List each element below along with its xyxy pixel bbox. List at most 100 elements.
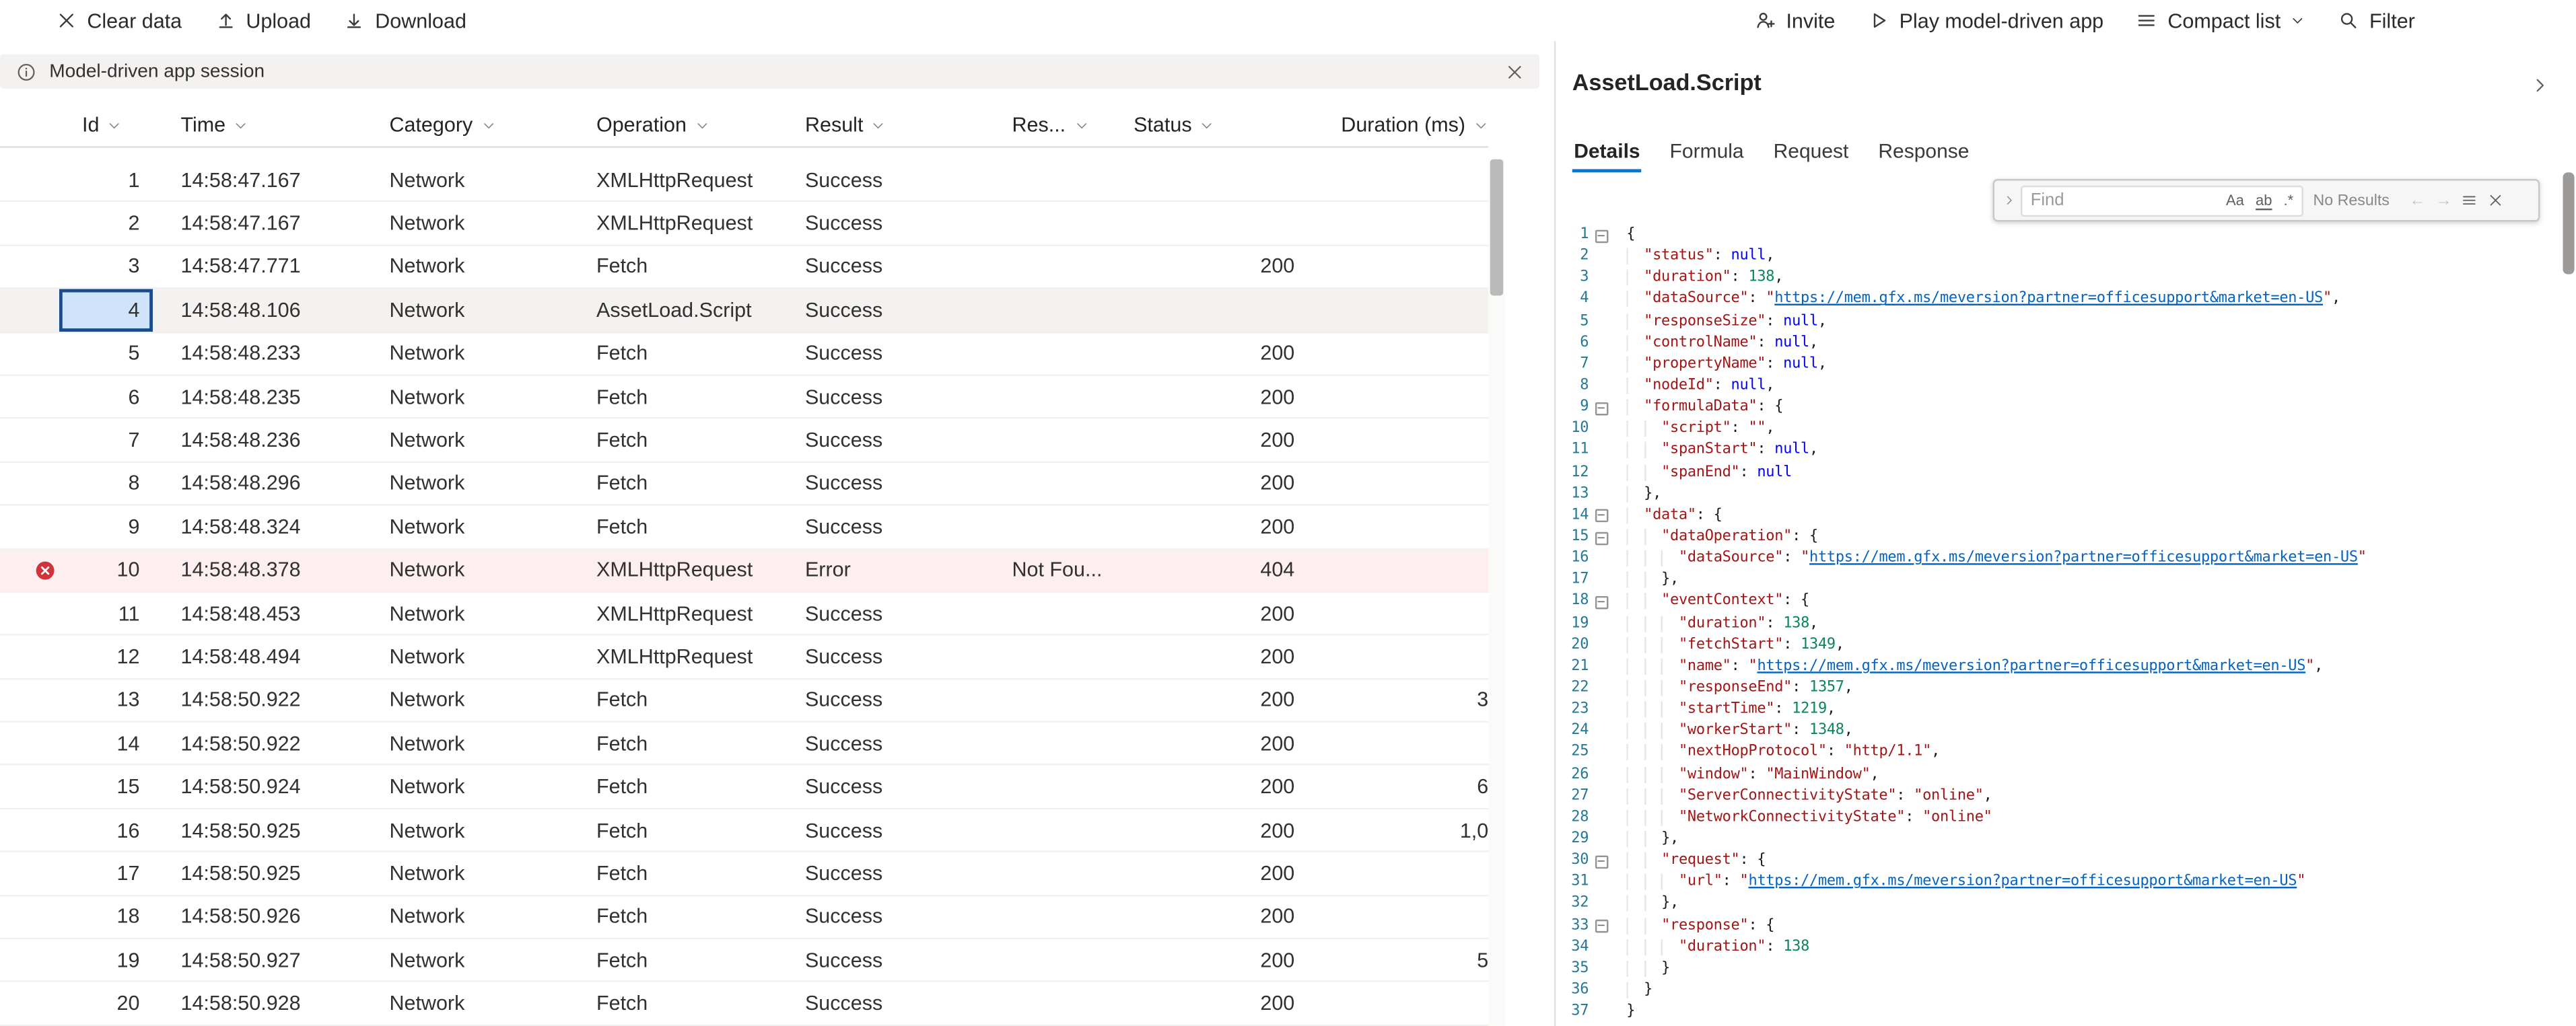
- column-header-result[interactable]: Result: [777, 113, 984, 137]
- find-input[interactable]: Find Aa ab .*: [2021, 184, 2303, 216]
- code-line: 26 "window": "MainWindow",: [1556, 764, 2563, 786]
- line-number: 9: [1580, 399, 1589, 416]
- compact-list-button[interactable]: Compact list: [2120, 0, 2322, 41]
- detail-tabs: Details Formula Request Response: [1572, 130, 1997, 173]
- cell-category: Network: [389, 385, 465, 408]
- url-link[interactable]: https://mem.gfx.ms/meversion?partner=off…: [1749, 874, 2297, 890]
- cell-result: Success: [804, 601, 883, 625]
- column-header-id[interactable]: Id: [59, 113, 153, 137]
- info-bar-close-icon[interactable]: [1505, 62, 1525, 81]
- table-row[interactable]: 13 14:58:50.922 Network Fetch Success 200 3: [0, 679, 1489, 723]
- find-placeholder: Find: [2030, 190, 2064, 211]
- table-row[interactable]: 10 14:58:48.378 Network XMLHttpRequest Error…: [0, 549, 1489, 593]
- table-row[interactable]: 3 14:58:47.771 Network Fetch Success 200: [0, 246, 1489, 289]
- fold-collapse-icon[interactable]: −: [1594, 919, 1608, 933]
- column-header-duration[interactable]: Duration (ms): [1301, 113, 1488, 137]
- table-row[interactable]: 11 14:58:48.453 Network XMLHttpRequest Succe…: [0, 592, 1489, 636]
- info-bar-label: Model-driven app session: [49, 61, 265, 81]
- table-row[interactable]: 4 14:58:48.106 Network AssetLoad.Script Succ…: [0, 289, 1489, 333]
- filter-button[interactable]: Filter: [2322, 0, 2431, 41]
- cell-id: 11: [118, 601, 140, 625]
- whole-word-icon[interactable]: ab: [2256, 191, 2272, 210]
- fold-collapse-icon[interactable]: −: [1594, 854, 1608, 869]
- cell-category: Network: [389, 862, 465, 885]
- table-row[interactable]: 1 14:58:47.167 Network XMLHttpRequest Succes…: [0, 159, 1489, 203]
- upload-button[interactable]: Upload: [199, 0, 328, 41]
- toggle-replace-icon[interactable]: [2003, 194, 2016, 207]
- table-row[interactable]: 6 14:58:48.235 Network Fetch Success 200: [0, 375, 1489, 420]
- expand-panel-icon[interactable]: [2530, 75, 2550, 95]
- fold-collapse-icon[interactable]: −: [1594, 401, 1608, 415]
- line-number: 11: [1571, 442, 1589, 459]
- column-header-category[interactable]: Category: [361, 113, 569, 137]
- column-header-operation[interactable]: Operation: [568, 113, 777, 137]
- tab-response[interactable]: Response: [1877, 130, 1971, 172]
- clear-icon: [56, 10, 77, 32]
- table-row[interactable]: 18 14:58:50.926 Network Fetch Success 200: [0, 895, 1489, 940]
- fold-collapse-icon[interactable]: −: [1594, 509, 1608, 523]
- column-header-time[interactable]: Time: [153, 113, 361, 137]
- cell-duration: 5: [1477, 949, 1489, 972]
- next-match-icon[interactable]: →: [2435, 191, 2451, 209]
- table-row[interactable]: 2 14:58:47.167 Network XMLHttpRequest Succes…: [0, 203, 1489, 246]
- cell-status: 200: [1260, 731, 1295, 756]
- table-row[interactable]: 20 14:58:50.928 Network Fetch Success 200: [0, 982, 1489, 1026]
- cell-time: 14:58:48.494: [180, 645, 301, 669]
- find-in-selection-icon[interactable]: [2462, 192, 2478, 209]
- fold-collapse-icon[interactable]: −: [1594, 595, 1608, 610]
- line-number: 26: [1571, 766, 1589, 783]
- tab-request[interactable]: Request: [1772, 130, 1850, 172]
- cell-category: Network: [389, 731, 465, 756]
- table-row[interactable]: 5 14:58:48.233 Network Fetch Success 200: [0, 332, 1489, 376]
- table-row[interactable]: 9 14:58:48.324 Network Fetch Success 200: [0, 506, 1489, 550]
- line-number: 30: [1571, 852, 1589, 869]
- line-number: 35: [1571, 960, 1589, 977]
- url-link[interactable]: https://mem.gfx.ms/meversion?partner=off…: [1774, 291, 2323, 307]
- command-bar: Clear data Upload Download Invite Play mode…: [0, 0, 2576, 42]
- line-number: 27: [1571, 787, 1589, 805]
- match-case-icon[interactable]: Aa: [2226, 192, 2244, 209]
- line-number: 32: [1571, 895, 1589, 912]
- tab-details[interactable]: Details: [1572, 130, 1642, 173]
- code-line: 35 }: [1556, 959, 2563, 980]
- cell-id: 19: [116, 949, 140, 972]
- table-row[interactable]: 15 14:58:50.924 Network Fetch Success 200 6: [0, 766, 1489, 809]
- grid-scrollbar[interactable]: [1488, 159, 1505, 1026]
- table-row[interactable]: 17 14:58:50.925 Network Fetch Success 200: [0, 852, 1489, 896]
- clear-data-button[interactable]: Clear data: [40, 0, 199, 41]
- table-row[interactable]: 8 14:58:48.296 Network Fetch Success 200: [0, 462, 1489, 507]
- grid-scrollbar-thumb[interactable]: [1490, 159, 1504, 296]
- invite-button[interactable]: Invite: [1739, 0, 1852, 41]
- code-line: 17 },: [1556, 571, 2563, 592]
- play-icon: [1868, 10, 1889, 32]
- url-link[interactable]: https://mem.gfx.ms/meversion?partner=off…: [1757, 658, 2305, 674]
- table-row[interactable]: 7 14:58:48.236 Network Fetch Success 200: [0, 419, 1489, 463]
- download-icon: [344, 10, 365, 32]
- line-number: 8: [1580, 377, 1589, 394]
- fold-collapse-icon[interactable]: −: [1594, 530, 1608, 545]
- cell-time: 14:58:48.324: [180, 515, 301, 539]
- tab-formula[interactable]: Formula: [1668, 130, 1745, 172]
- previous-match-icon[interactable]: ←: [2409, 191, 2425, 209]
- column-header-details[interactable]: Res...: [984, 113, 1106, 137]
- table-row[interactable]: 16 14:58:50.925 Network Fetch Success 200 1,0: [0, 809, 1489, 853]
- code-line: 1−{: [1556, 225, 2563, 246]
- code-line: 16 "dataSource": "https://mem.gfx.ms/mev…: [1556, 548, 2563, 570]
- chevron-down-icon: [695, 118, 709, 133]
- cell-time: 14:58:48.106: [180, 298, 301, 322]
- table-row[interactable]: 12 14:58:48.494 Network XMLHttpRequest Succe…: [0, 636, 1489, 680]
- url-link[interactable]: https://mem.gfx.ms/meversion?partner=off…: [1809, 550, 2358, 566]
- close-find-icon[interactable]: [2488, 192, 2504, 209]
- table-row[interactable]: 19 14:58:50.927 Network Fetch Success 200 5: [0, 939, 1489, 983]
- code-line: 9− "formulaData": {: [1556, 398, 2563, 419]
- fold-collapse-icon[interactable]: −: [1594, 228, 1608, 243]
- column-header-status[interactable]: Status: [1106, 113, 1301, 137]
- panel-scrollbar-thumb[interactable]: [2563, 172, 2575, 274]
- panel-scrollbar[interactable]: [2563, 157, 2575, 1026]
- json-editor[interactable]: Find Aa ab .* No Results ← → 1−{2 "statu…: [1556, 176, 2563, 1026]
- play-model-driven-app-button[interactable]: Play model-driven app: [1852, 0, 2120, 41]
- line-number: 24: [1571, 723, 1589, 739]
- download-button[interactable]: Download: [327, 0, 483, 41]
- regex-icon[interactable]: .*: [2284, 192, 2294, 209]
- table-row[interactable]: 14 14:58:50.922 Network Fetch Success 200: [0, 723, 1489, 766]
